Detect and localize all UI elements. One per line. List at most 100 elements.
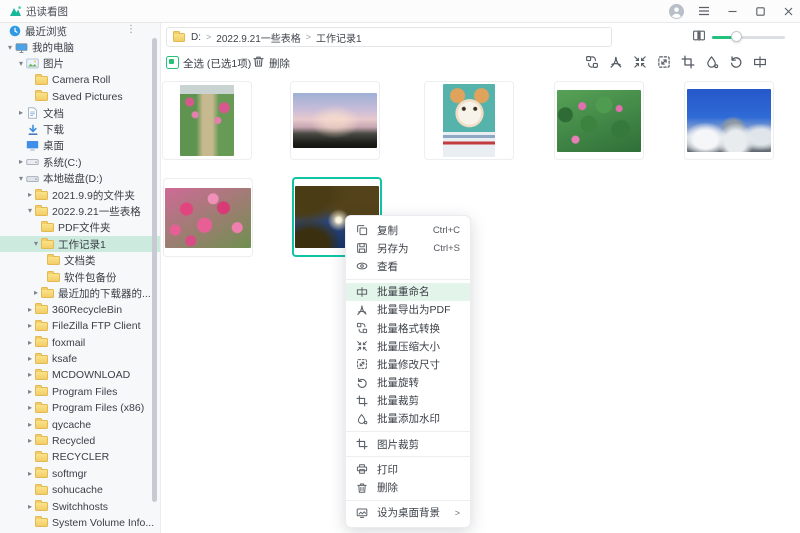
thumbnail-sunset-sky[interactable] (290, 81, 380, 160)
chevron-right-icon[interactable]: ▸ (25, 190, 35, 200)
sidebar-item-package-backup[interactable]: 软件包备份 (0, 269, 160, 285)
sidebar-item-folder-2021-9-9[interactable]: ▸ 2021.9.9的文件夹 (0, 187, 160, 203)
sidebar-item-program-files[interactable]: ▸ Program Files (0, 384, 160, 400)
chevron-right-icon[interactable]: ▸ (16, 157, 26, 167)
breadcrumb-segment-drive[interactable]: D: (191, 32, 201, 43)
sidebar-item-folder-2022-9-21[interactable]: ▾ 2022.9.21一些表格 (0, 203, 160, 219)
sidebar-item-ksafe[interactable]: ▸ ksafe (0, 351, 160, 367)
context-menu-item-batch-rotate[interactable]: 批量旋转 (346, 374, 470, 392)
slider-thumb[interactable] (731, 31, 742, 42)
thumbnail-size-slider[interactable] (712, 36, 785, 39)
sidebar-item-recent[interactable]: 最近浏览 ⋮ (0, 23, 160, 39)
sidebar-item-recycler[interactable]: RECYCLER (0, 449, 160, 465)
context-menu-item-batch-export-pdf[interactable]: 批量导出为PDF (346, 301, 470, 319)
context-menu-item-view[interactable]: 查看 (346, 257, 470, 275)
sidebar-item-downloads[interactable]: 下载 (0, 121, 160, 137)
sidebar-item-pdf-folder[interactable]: PDF文件夹 (0, 220, 160, 236)
sidebar-item-switchhosts[interactable]: ▸ Switchhosts (0, 498, 160, 514)
chevron-right-icon[interactable]: ▸ (25, 370, 35, 380)
sidebar-item-label: 文档类 (64, 253, 96, 268)
compress-icon[interactable] (632, 54, 647, 69)
sidebar-item-drive-d[interactable]: ▾ 本地磁盘(D:) (0, 171, 160, 187)
sidebar-item-pictures[interactable]: ▾ 图片 (0, 56, 160, 72)
chevron-right-icon[interactable]: ▸ (25, 502, 35, 512)
user-avatar-icon[interactable] (668, 3, 684, 19)
thumbnail-garden-path[interactable] (162, 81, 252, 160)
breadcrumb[interactable]: D: > 2022.9.21一些表格 > 工作记录1 (166, 27, 612, 47)
sidebar-item-saved-pictures[interactable]: Saved Pictures (0, 89, 160, 105)
sidebar-item-foxmail[interactable]: ▸ foxmail (0, 334, 160, 350)
thumbnail-cat[interactable] (424, 81, 514, 160)
context-menu-item-batch-crop[interactable]: 批量裁剪 (346, 392, 470, 410)
trash-icon[interactable] (252, 55, 265, 68)
rotate-icon[interactable] (728, 54, 743, 69)
minimize-icon[interactable] (724, 3, 740, 19)
chevron-down-icon[interactable]: ▾ (5, 43, 15, 53)
context-menu-item-image-crop[interactable]: 图片裁剪 (346, 435, 470, 453)
sidebar-item-camera-roll[interactable]: Camera Roll (0, 72, 160, 88)
sidebar-item-desktop[interactable]: 桌面 (0, 138, 160, 154)
rename-icon[interactable] (752, 54, 767, 69)
sidebar-item-mcdownload[interactable]: ▸ MCDOWNLOAD (0, 367, 160, 383)
chevron-right-icon[interactable]: ▸ (16, 108, 26, 118)
close-icon[interactable] (780, 3, 796, 19)
page-layout-icon[interactable] (692, 29, 706, 42)
sidebar-item-program-files-x86[interactable]: ▸ Program Files (x86) (0, 400, 160, 416)
sidebar-item-recent-downloader[interactable]: ▸ 最近加的下载器的... (0, 285, 160, 301)
sidebar-item-softmgr[interactable]: ▸ softmgr (0, 466, 160, 482)
sidebar-item-work-record-1[interactable]: ▾ 工作记录1 (0, 236, 160, 252)
crop-icon[interactable] (680, 54, 695, 69)
chevron-down-icon[interactable]: ▾ (25, 206, 35, 216)
select-all-label[interactable]: 全选 (已选1项) (183, 56, 251, 71)
sidebar-item-docs-category[interactable]: 文档类 (0, 252, 160, 268)
chevron-right-icon[interactable]: ▸ (25, 321, 35, 331)
sidebar-item-recycled[interactable]: ▸ Recycled (0, 433, 160, 449)
context-menu-item-print[interactable]: 打印 (346, 460, 470, 478)
watermark-icon[interactable] (704, 54, 719, 69)
chevron-down-icon[interactable]: ▾ (16, 59, 26, 69)
sidebar-item-documents[interactable]: ▸ 文档 (0, 105, 160, 121)
chevron-down-icon[interactable]: ▾ (31, 239, 41, 249)
sidebar-scrollbar[interactable] (152, 38, 157, 502)
checkbox-indeterminate-icon[interactable] (166, 56, 179, 69)
sidebar-item-drive-c[interactable]: ▸ 系统(C:) (0, 154, 160, 170)
sidebar-item-qycache[interactable]: ▸ qycache (0, 416, 160, 432)
sidebar-item-my-computer[interactable]: ▾ 我的电脑 (0, 39, 160, 55)
context-menu-item-batch-rename[interactable]: 批量重命名 (346, 283, 470, 301)
context-menu-item-batch-watermark[interactable]: 批量添加水印 (346, 410, 470, 428)
thumbnail-pink-roses[interactable] (163, 178, 253, 257)
chevron-right-icon[interactable]: ▸ (25, 403, 35, 413)
context-menu-item-set-wallpaper[interactable]: 设为桌面背景 > (346, 504, 470, 522)
delete-label[interactable]: 删除 (269, 56, 290, 71)
thumbnail-lotus-pond[interactable] (554, 81, 644, 160)
chevron-right-icon[interactable]: ▸ (25, 420, 35, 430)
thumbnail-blue-sky-clouds[interactable] (684, 81, 774, 160)
chevron-right-icon[interactable]: ▸ (31, 288, 41, 298)
chevron-right-icon[interactable]: ▸ (25, 469, 35, 479)
format-convert-icon[interactable] (584, 54, 599, 69)
context-menu-item-batch-resize[interactable]: 批量修改尺寸 (346, 355, 470, 373)
chevron-right-icon[interactable]: ▸ (25, 338, 35, 348)
chevron-right-icon[interactable]: ▸ (25, 387, 35, 397)
breadcrumb-segment-folder[interactable]: 2022.9.21一些表格 (216, 30, 301, 45)
chevron-right-icon[interactable]: ▸ (25, 305, 35, 315)
kebab-menu-icon[interactable]: ⋮ (126, 24, 136, 35)
sidebar-item-360recyclebin[interactable]: ▸ 360RecycleBin (0, 302, 160, 318)
chevron-down-icon[interactable]: ▾ (16, 174, 26, 184)
sidebar-item-filezilla[interactable]: ▸ FileZilla FTP Client (0, 318, 160, 334)
context-menu-item-batch-format-convert[interactable]: 批量格式转换 (346, 319, 470, 337)
export-pdf-icon[interactable] (608, 54, 623, 69)
hamburger-menu-icon[interactable] (696, 3, 712, 19)
sidebar-item-label: Recycled (52, 435, 95, 447)
context-menu-item-save-as[interactable]: 另存为 Ctrl+S (346, 239, 470, 257)
sidebar-item-system-volume-info[interactable]: System Volume Info... (0, 515, 160, 531)
chevron-right-icon[interactable]: ▸ (25, 436, 35, 446)
chevron-right-icon[interactable]: ▸ (25, 354, 35, 364)
maximize-icon[interactable] (752, 3, 768, 19)
breadcrumb-segment-current[interactable]: 工作记录1 (316, 30, 362, 45)
resize-icon[interactable] (656, 54, 671, 69)
context-menu-item-copy[interactable]: 复制 Ctrl+C (346, 221, 470, 239)
context-menu-item-delete[interactable]: 删除 (346, 478, 470, 496)
sidebar-item-sohucache[interactable]: sohucache (0, 482, 160, 498)
context-menu-item-batch-compress[interactable]: 批量压缩大小 (346, 337, 470, 355)
